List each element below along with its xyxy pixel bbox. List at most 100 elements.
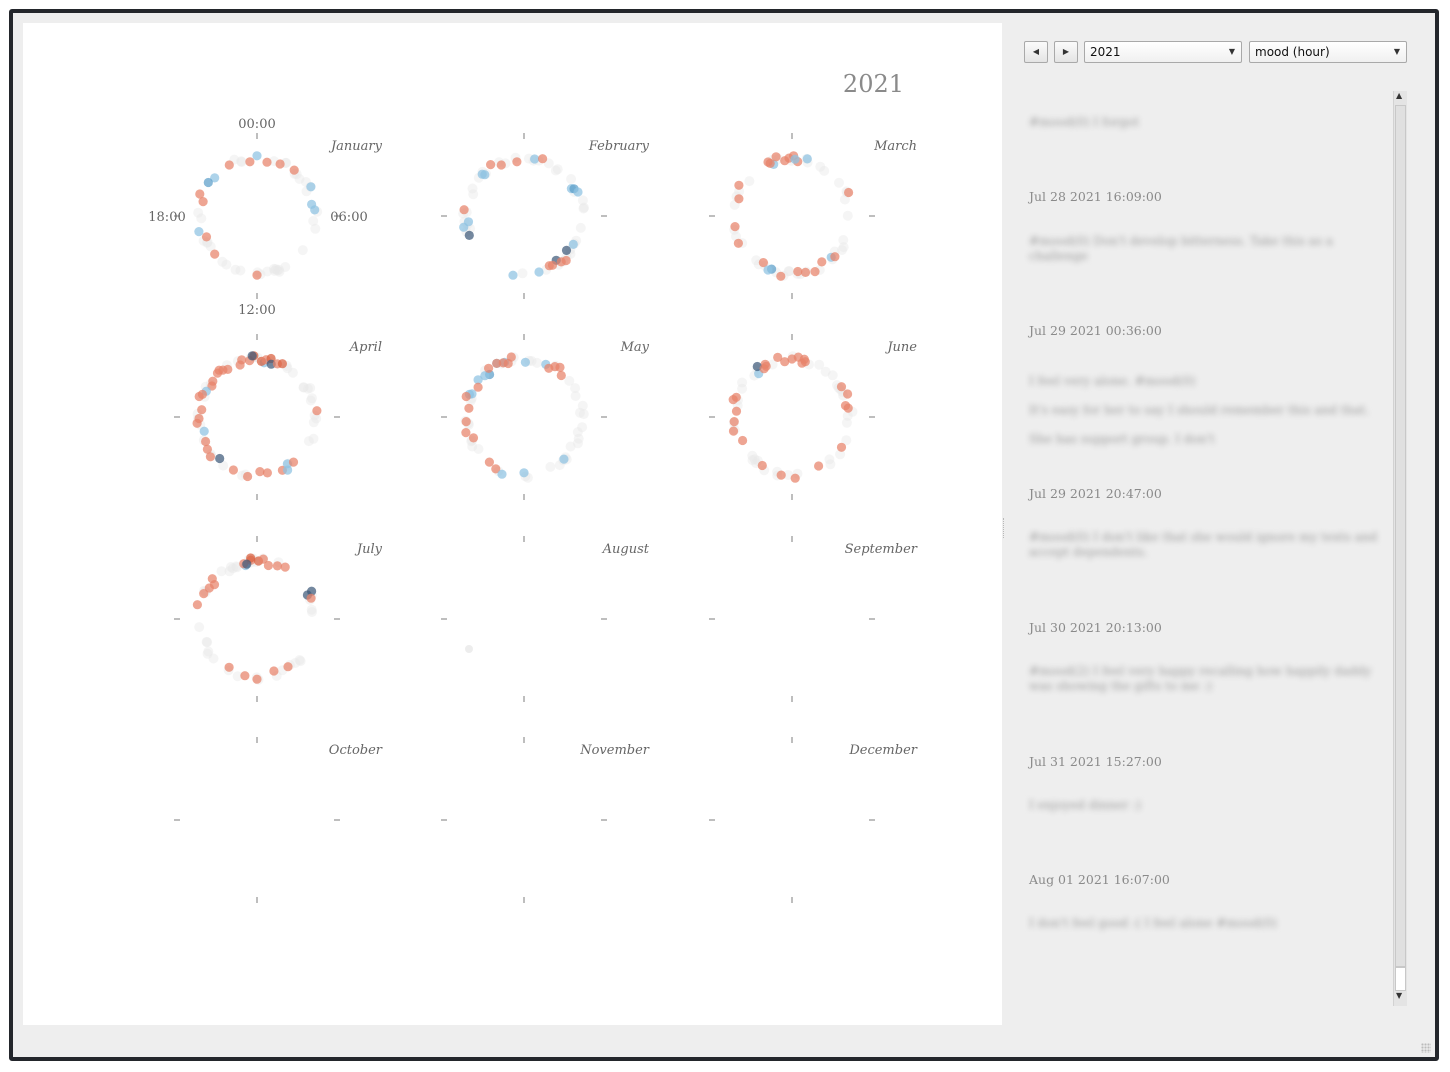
clock-label-right: 06:00	[330, 210, 367, 225]
mood-point	[728, 426, 739, 436]
month-label: November	[579, 743, 650, 758]
scroll-track[interactable]	[1395, 105, 1406, 967]
metric-select[interactable]: mood (hour) ▼	[1249, 41, 1407, 63]
mood-point	[559, 454, 569, 464]
mood-point	[484, 363, 494, 373]
right-panel: ◀ ▶ 2021 ▼ mood (hour) ▼ #mood(0) I forg…	[1003, 13, 1435, 1057]
scroll-down-icon[interactable]: ▼	[1396, 991, 1402, 1000]
neutral-point	[545, 461, 556, 472]
mood-chart-canvas: 2021 January February March April May June July…	[23, 23, 1002, 1025]
mood-point	[836, 442, 847, 452]
neutral-point	[308, 216, 319, 226]
month-label: July	[354, 542, 383, 557]
neutral-point	[744, 176, 755, 187]
month-label: October	[329, 743, 383, 758]
year-select[interactable]: 2021 ▼	[1084, 41, 1242, 63]
clock-label-left: 18:00	[148, 210, 185, 225]
mood-point	[306, 182, 316, 192]
neutral-point	[572, 427, 583, 438]
next-year-button[interactable]: ▶	[1054, 41, 1078, 63]
neutral-point	[827, 370, 838, 381]
mood-point	[763, 157, 773, 167]
mood-point	[283, 662, 293, 672]
mood-point	[252, 270, 262, 280]
mood-point	[280, 562, 290, 572]
month-label: August	[602, 542, 650, 557]
entry-timestamp: Jul 29 2021 00:36:00	[1029, 323, 1162, 338]
chevron-down-icon: ▼	[1228, 47, 1235, 56]
scroll-thumb[interactable]	[1395, 967, 1406, 991]
month-label: April	[349, 340, 382, 355]
previous-year-button[interactable]: ◀	[1024, 41, 1048, 63]
neutral-point	[307, 393, 317, 404]
mood-point	[555, 362, 565, 372]
mood-point	[836, 382, 847, 392]
mood-point	[252, 674, 262, 684]
mood-point	[477, 169, 487, 179]
entry-text: #mood(0) Don't develop bitterness. Take …	[1029, 234, 1333, 263]
mood-point	[192, 418, 202, 428]
mood-point	[240, 671, 250, 681]
neutral-point	[202, 648, 213, 659]
neutral-point	[575, 222, 586, 233]
mood-point	[468, 433, 479, 443]
neutral-point	[295, 656, 306, 667]
mood-point	[556, 370, 566, 381]
entry-text: #mood(0) I don't like that she would ign…	[1029, 530, 1378, 559]
mood-point	[205, 452, 215, 462]
neutral-point	[566, 174, 577, 184]
mood-point	[799, 354, 809, 364]
entry-text: #mood(0) I forgot	[1029, 115, 1140, 129]
feed-scrollbar[interactable]: ▲ ▼	[1393, 91, 1407, 1006]
neutral-point	[834, 177, 844, 188]
mood-point	[492, 358, 502, 368]
mood-point	[734, 180, 744, 190]
resize-grip[interactable]	[1421, 1043, 1431, 1053]
mood-point	[197, 405, 207, 415]
mood-point	[201, 232, 212, 242]
neutral-point	[217, 256, 228, 267]
scroll-up-icon[interactable]: ▲	[1396, 91, 1402, 100]
mood-point	[312, 406, 322, 416]
neutral-point	[824, 454, 835, 465]
neutral-point	[305, 383, 316, 393]
mood-point	[263, 560, 273, 571]
mood-point	[262, 468, 272, 478]
mood-point	[262, 157, 272, 167]
mood-point	[486, 160, 496, 170]
mood-point	[790, 154, 800, 164]
neutral-point	[269, 265, 280, 276]
mood-clock-chart: 2021 January February March April May June July…	[148, 70, 918, 903]
neutral-point	[235, 265, 246, 276]
neutral-point	[552, 164, 563, 175]
mood-point	[733, 238, 744, 248]
neutral-point	[294, 174, 305, 184]
mood-point	[496, 160, 506, 170]
mood-point	[814, 461, 824, 471]
mood-point	[802, 154, 812, 164]
mood-point	[780, 357, 790, 367]
mood-point	[776, 271, 786, 281]
mood-point	[201, 436, 211, 447]
mood-point	[730, 222, 740, 232]
neutral-point	[815, 161, 826, 172]
neutral-point	[307, 607, 317, 617]
mood-point	[245, 157, 255, 167]
mood-point	[538, 154, 548, 164]
mood-point	[224, 160, 234, 170]
entry-feed: #mood(0) I forgot Jul 28 2021 16:09:00 #…	[1029, 109, 1389, 1009]
neutral-point	[572, 438, 583, 449]
mood-point	[512, 157, 522, 167]
neutral-point	[196, 213, 207, 224]
chevron-left-icon: ◀	[1032, 47, 1040, 56]
mood-point	[810, 267, 820, 277]
mood-point	[843, 389, 853, 399]
mood-point	[210, 249, 220, 259]
mood-point	[194, 227, 204, 237]
neutral-point	[579, 202, 589, 213]
mood-point	[790, 473, 800, 483]
entry-timestamp: Jul 30 2021 20:13:00	[1029, 620, 1162, 635]
mood-point	[277, 359, 287, 369]
mood-point	[731, 406, 742, 416]
mood-point	[568, 239, 578, 249]
